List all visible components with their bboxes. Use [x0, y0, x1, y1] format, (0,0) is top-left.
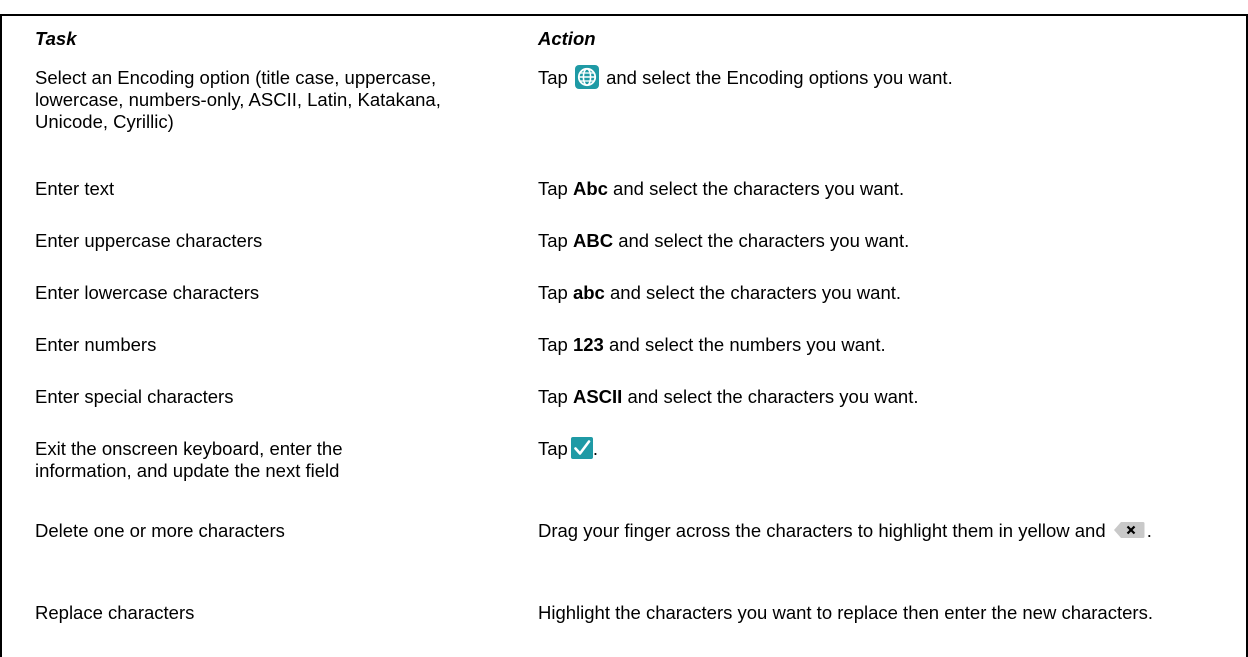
table-row-action: Tap and select the Encoding options you … — [538, 65, 1228, 91]
table-row-action: Tap Abc and select the characters you wa… — [538, 178, 1228, 200]
document-page: Task Action Select an Encoding option (t… — [0, 0, 1248, 657]
action-text: and select the numbers you want. — [603, 334, 886, 355]
action-text: Tap — [538, 178, 573, 199]
key-label: Abc — [572, 178, 608, 199]
column-header-action: Action — [538, 28, 596, 49]
key-label: ABC — [572, 230, 614, 251]
action-text: Tap — [538, 386, 573, 407]
table-left-border — [0, 14, 2, 657]
action-text: Tap — [538, 230, 573, 251]
table-row-task: Enter special characters — [35, 386, 234, 407]
action-text: and select the characters you want. — [607, 178, 905, 199]
table-row-action: Highlight the characters you want to rep… — [538, 602, 1153, 623]
backspace-icon — [1113, 522, 1145, 539]
action-text: Drag your finger across the characters t… — [538, 520, 1106, 541]
table-row-task: Enter lowercase characters — [35, 282, 260, 303]
action-text: Tap — [538, 438, 568, 459]
table-row-task: Replace characters — [35, 602, 195, 623]
table-row-action: Tap abc and select the characters you wa… — [538, 282, 1228, 304]
key-label: ASCII — [572, 386, 623, 407]
globe-icon — [574, 65, 599, 90]
table-row-task: Enter uppercase characters — [35, 230, 263, 251]
key-label: 123 — [572, 334, 604, 355]
table-row-task: Enter text — [35, 178, 115, 199]
action-text: . — [1146, 520, 1152, 541]
table-row-task: Enter numbers — [35, 334, 157, 355]
table-row-action: Tap ABC and select the characters you wa… — [538, 230, 1228, 252]
key-label: abc — [572, 282, 605, 303]
action-text: and select the characters you want. — [622, 386, 919, 407]
action-text: and select the characters you want. — [613, 230, 910, 251]
table-top-border — [0, 14, 1248, 16]
action-text: Tap — [538, 67, 568, 88]
table-row-task: Exit the onscreen keyboard, enter the in… — [35, 438, 343, 481]
checkmark-icon — [570, 437, 593, 460]
action-text: Tap — [538, 334, 573, 355]
table-row-task: Delete one or more characters — [35, 520, 285, 541]
table-row-action: Tap ASCII and select the characters you … — [538, 386, 1228, 408]
action-text: and select the characters you want. — [604, 282, 902, 303]
table-row-task: Select an Encoding option (title case, u… — [35, 67, 441, 132]
action-text: Tap — [538, 282, 573, 303]
table-row-action: Tap . — [538, 437, 1228, 461]
action-text: . — [592, 438, 598, 459]
action-text: and select the Encoding options you want… — [600, 67, 953, 88]
table-row-action: Drag your finger across the characters t… — [538, 520, 1238, 542]
column-header-task: Task — [35, 28, 77, 49]
table-row-action: Tap 123 and select the numbers you want. — [538, 334, 1228, 356]
